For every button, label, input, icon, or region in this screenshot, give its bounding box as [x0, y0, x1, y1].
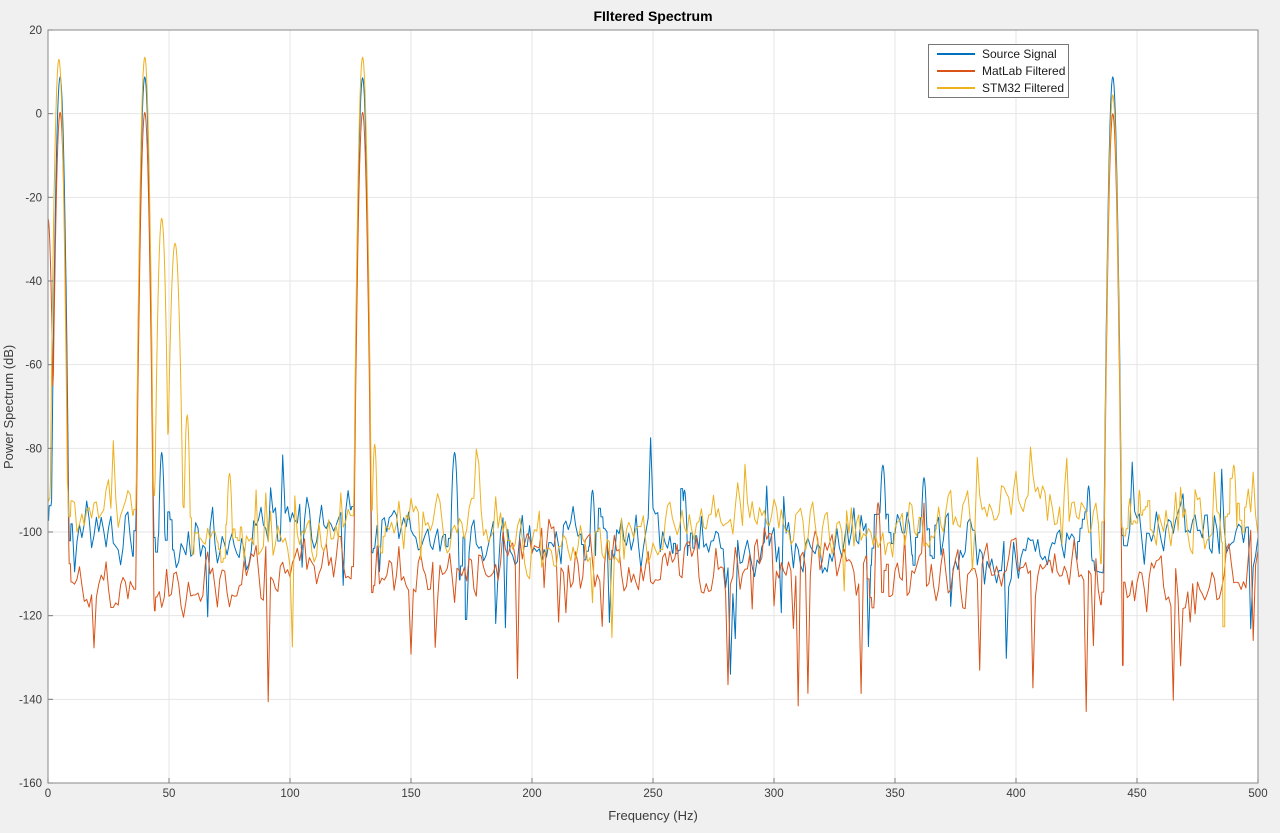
- x-tick-label: 50: [163, 788, 176, 800]
- legend-label: STM32 Filtered: [982, 81, 1064, 95]
- x-tick-label: 400: [1006, 788, 1025, 800]
- y-tick-label: -80: [25, 443, 42, 455]
- y-axis-label: Power Spectrum (dB): [1, 30, 16, 783]
- x-tick-label: 250: [643, 788, 662, 800]
- legend-line-sample: [937, 70, 975, 72]
- x-tick-label: 200: [522, 788, 541, 800]
- x-tick-label: 500: [1248, 788, 1267, 800]
- legend-row: STM32 Filtered: [929, 80, 1068, 97]
- x-tick-label: 350: [885, 788, 904, 800]
- y-tick-label: 0: [36, 109, 42, 121]
- legend-line-sample: [937, 87, 975, 89]
- y-tick-label: -20: [25, 192, 42, 204]
- x-tick-label: 150: [401, 788, 420, 800]
- legend-row: MatLab Filtered: [929, 62, 1068, 79]
- x-tick-label: 100: [280, 788, 299, 800]
- y-tick-label: -40: [25, 276, 42, 288]
- matlab-figure: 050100150200250300350400450500-160-140-1…: [0, 0, 1280, 833]
- x-axis-label: Frequency (Hz): [48, 808, 1258, 823]
- y-tick-label: -120: [19, 611, 42, 623]
- spectrum-plot: 050100150200250300350400450500-160-140-1…: [0, 0, 1280, 833]
- legend: Source Signal MatLab Filtered STM32 Filt…: [928, 44, 1069, 98]
- x-tick-label: 450: [1127, 788, 1146, 800]
- legend-line-sample: [937, 53, 975, 55]
- legend-label: MatLab Filtered: [982, 64, 1065, 78]
- y-tick-label: -140: [19, 694, 42, 706]
- legend-label: Source Signal: [982, 47, 1057, 61]
- y-tick-label: -160: [19, 778, 42, 790]
- plot-title: FIltered Spectrum: [48, 8, 1258, 24]
- y-tick-label: 20: [29, 25, 42, 37]
- x-tick-label: 300: [764, 788, 783, 800]
- y-tick-label: -100: [19, 527, 42, 539]
- y-tick-label: -60: [25, 360, 42, 372]
- x-tick-label: 0: [45, 788, 51, 800]
- legend-row: Source Signal: [929, 45, 1068, 62]
